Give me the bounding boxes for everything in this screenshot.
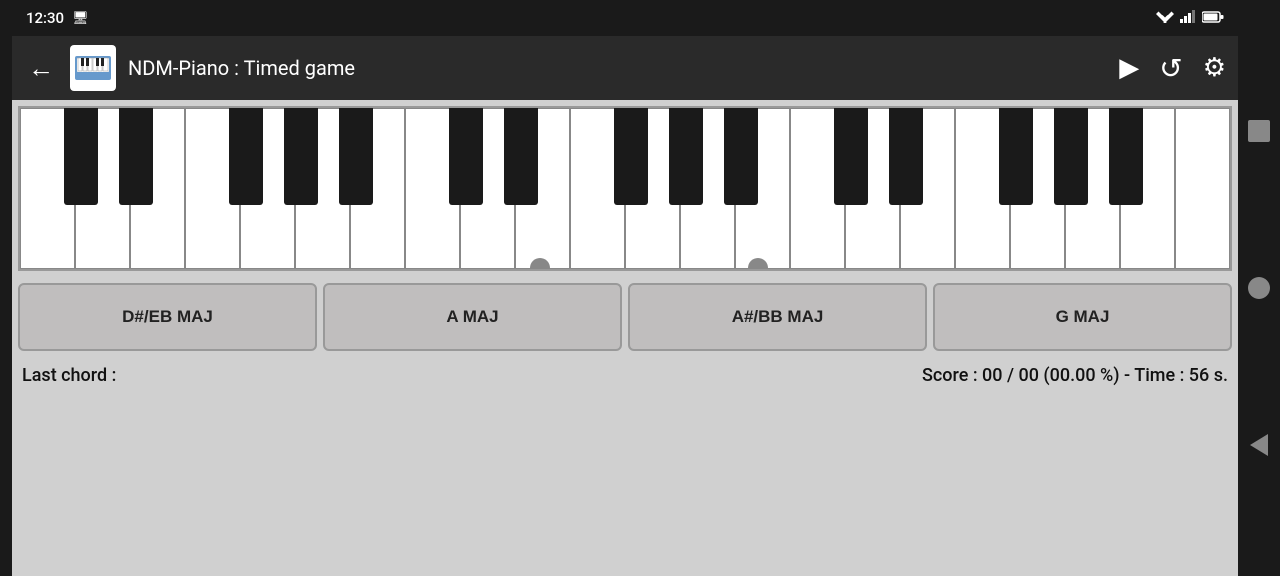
chord-button-3[interactable]: G MAJ (933, 283, 1232, 351)
white-key-4[interactable] (240, 108, 295, 269)
white-key-17[interactable] (955, 108, 1010, 269)
time-display: 12:30 (26, 9, 64, 27)
white-key-6[interactable] (350, 108, 405, 269)
white-key-18[interactable] (1010, 108, 1065, 269)
white-key-10[interactable] (570, 108, 625, 269)
white-key-20[interactable] (1120, 108, 1175, 269)
settings-button[interactable]: ⚙ (1203, 53, 1226, 83)
wifi-icon (1156, 9, 1174, 27)
side-panel-left (0, 0, 12, 576)
main-content: 12:30 🖥 (12, 0, 1238, 576)
side-panel-right (1238, 0, 1280, 576)
white-key-16[interactable] (900, 108, 955, 269)
white-key-7[interactable] (405, 108, 460, 269)
top-bar: ← NDM-Piano : Timed game ▶ (12, 36, 1238, 100)
app-title: NDM-Piano : Timed game (128, 56, 1107, 80)
signal-icon (1180, 9, 1196, 27)
right-square-icon (1248, 120, 1270, 142)
chord-button-0[interactable]: D#/EB MAJ (18, 283, 317, 351)
refresh-button[interactable]: ↺ (1159, 52, 1182, 85)
white-key-21[interactable] (1175, 108, 1230, 269)
notification-icon: 🖥 (72, 11, 89, 26)
white-key-0[interactable] (20, 108, 75, 269)
white-key-12[interactable] (680, 108, 735, 269)
status-bar: 12:30 🖥 (12, 0, 1238, 36)
piano-keys (20, 108, 1230, 269)
chord-buttons-container: D#/EB MAJ A MAJ A#/BB MAJ G MAJ (12, 277, 1238, 357)
last-chord-label: Last chord : (22, 365, 116, 386)
play-button[interactable]: ▶ (1119, 53, 1139, 83)
white-key-8[interactable] (460, 108, 515, 269)
back-button[interactable]: ← (24, 49, 58, 88)
white-key-9[interactable] (515, 108, 570, 269)
piano-container[interactable] (18, 106, 1232, 271)
white-key-13[interactable] (735, 108, 790, 269)
white-key-15[interactable] (845, 108, 900, 269)
white-key-2[interactable] (130, 108, 185, 269)
piano-dot-1 (530, 258, 550, 271)
right-circle-icon (1248, 277, 1270, 299)
app-icon (70, 45, 116, 91)
chord-button-1[interactable]: A MAJ (323, 283, 622, 351)
score-display: Score : 00 / 00 (00.00 %) - Time : 56 s. (922, 365, 1228, 386)
white-key-3[interactable] (185, 108, 240, 269)
right-triangle-icon (1250, 434, 1268, 456)
white-key-5[interactable] (295, 108, 350, 269)
white-key-14[interactable] (790, 108, 845, 269)
white-key-1[interactable] (75, 108, 130, 269)
white-key-19[interactable] (1065, 108, 1120, 269)
white-key-11[interactable] (625, 108, 680, 269)
bottom-status: Last chord : Score : 00 / 00 (00.00 %) -… (12, 357, 1238, 390)
chord-button-2[interactable]: A#/BB MAJ (628, 283, 927, 351)
top-bar-actions: ▶ ↺ ⚙ (1119, 52, 1226, 85)
battery-icon (1202, 9, 1224, 27)
piano-dot-2 (748, 258, 768, 271)
